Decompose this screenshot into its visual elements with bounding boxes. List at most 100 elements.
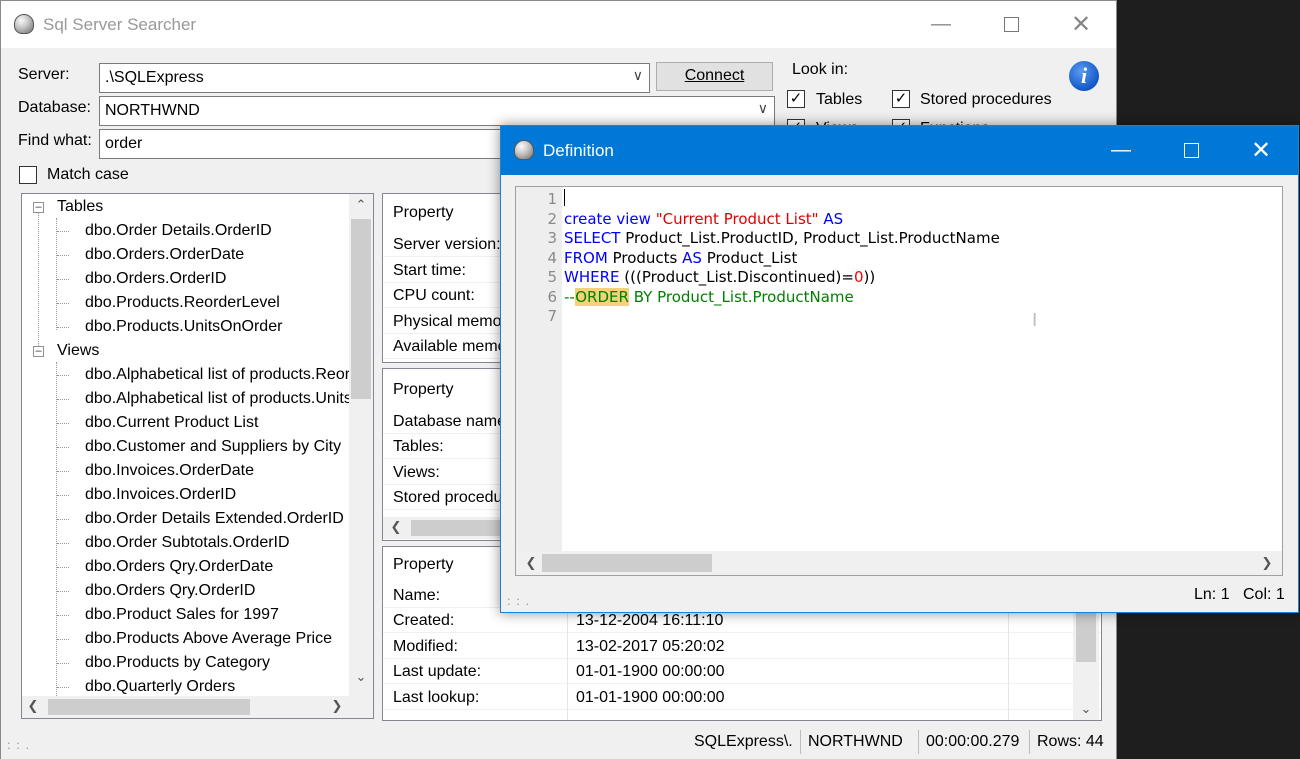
tree-leaf-item[interactable]: dbo.Order Details Extended.OrderID [85,507,344,531]
code-line: --ORDER BY Product_List.ProductName [564,287,854,306]
collapse-views-icon[interactable]: – [33,346,44,357]
tree-node-label: Views [57,342,100,359]
text-cursor-icon: Ⅰ [1032,310,1038,330]
close-icon: ✕ [1250,137,1272,164]
line-number: 6 [547,287,557,306]
code-line: create view "Current Product List" AS [564,209,844,228]
tree-node-label: Tables [57,198,104,215]
window-title: Sql Server Searcher [43,15,197,34]
minimize-button[interactable]: — [1086,126,1156,175]
status-rows: Rows: 44 [1029,730,1104,754]
property-value: 13-02-2017 05:20:02 [576,638,725,655]
scroll-left-icon[interactable]: ❮ [387,519,405,535]
tree-leaf-item[interactable]: dbo.Order Subtotals.OrderID [85,531,290,555]
line-number: 1 [547,190,557,208]
line-number: 4 [547,248,557,267]
tree-leaf-item[interactable]: dbo.Invoices.OrderDate [85,459,254,483]
editor-horizontal-scrollbar[interactable]: ❮ ❯ [516,551,1282,575]
scroll-down-icon[interactable]: ⌄ [349,669,373,685]
property-label: Modified: [393,638,458,655]
tree-leaf-item[interactable]: dbo.Products Above Average Price [85,627,332,651]
tree-leaf-item[interactable]: dbo.Products by Category [85,651,270,675]
property-label: Name: [393,587,441,604]
scroll-up-icon[interactable]: ⌃ [349,197,373,213]
find-what-value: order [105,135,143,152]
tree-leaf-item[interactable]: dbo.Orders.OrderDate [85,243,244,267]
scroll-right-icon[interactable]: ❯ [328,698,346,714]
tree-vertical-scrollbar[interactable]: ⌃ ⌄ [349,194,373,696]
match-case-checkbox[interactable] [19,166,37,184]
tree-leaf-item[interactable]: dbo.Orders.OrderID [85,267,226,291]
chevron-down-icon[interactable]: ∨ [758,100,768,117]
main-titlebar[interactable]: Sql Server Searcher — ✕ [1,1,1116,48]
tables-checkbox-label: Tables [816,91,863,108]
minimize-icon: — [931,13,951,35]
line-number: 2 [547,209,557,228]
database-combobox[interactable]: NORTHWND ∨ [99,96,775,126]
line-number: 3 [547,229,557,247]
code-line: SELECT Product_List.ProductID, Product_L… [564,229,1000,247]
code-line: WHERE (((Product_List.Discontinued)=0)) [564,268,876,286]
tree-horizontal-scrollbar[interactable]: ❮ ❯ [22,696,373,718]
definition-status-bar: . .. . . Ln: 1 Col: 1 [501,582,1298,613]
scroll-thumb[interactable] [48,699,250,715]
minimize-icon: — [1111,139,1131,161]
tree-leaf-item[interactable]: dbo.Orders Qry.OrderID [85,579,255,603]
scroll-left-icon[interactable]: ❮ [522,555,540,571]
tree-leaf-item[interactable]: dbo.Alphabetical list of products.Reorde… [85,363,373,387]
tree-leaf-item[interactable]: dbo.Current Product List [85,411,258,435]
tree-leaf-item[interactable]: dbo.Products.ReorderLevel [85,291,280,315]
match-case-label: Match case [47,166,129,183]
look-in-label: Look in: [792,61,849,78]
minimize-button[interactable]: — [906,1,976,48]
definition-titlebar[interactable]: Definition — ✕ [501,126,1298,175]
property-value: 01-01-1900 00:00:00 [576,663,725,680]
results-tree[interactable]: – Tables dbo.Order Details.OrderID dbo.Or… [21,193,374,719]
tables-checkbox[interactable]: ✓ [787,90,805,108]
tree-node-views[interactable]: Views [57,339,99,363]
tree-leaf-item[interactable]: dbo.Invoices.OrderID [85,483,236,507]
line-number: 7 [547,307,557,325]
scroll-thumb[interactable] [1076,607,1096,662]
code-editor[interactable]: 1 2 3 4 5 6 7 create view "Current Produ… [515,186,1283,576]
resize-grip-icon[interactable]: . .. . . [7,733,30,751]
resize-grip-icon[interactable]: . .. . . [507,589,530,607]
chevron-down-icon[interactable]: ∨ [633,67,643,84]
checkmark-icon: ✓ [789,90,803,107]
tree-node-tables[interactable]: Tables [57,195,103,219]
tree-leaf-item[interactable]: dbo.Customer and Suppliers by City [85,435,341,459]
info-icon[interactable]: i [1069,61,1099,91]
scroll-thumb[interactable] [351,219,371,399]
tree-leaf-item[interactable]: dbo.Orders Qry.OrderDate [85,555,273,579]
scroll-thumb[interactable] [542,554,712,572]
scroll-left-icon[interactable]: ❮ [24,698,42,714]
main-status-bar: . .. . . SQLExpress\. NORTHWND 00:00:00.… [1,725,1116,759]
tree-leaf-item[interactable]: dbo.Alphabetical list of products.UnitsO… [85,387,373,411]
line-number-gutter: 1 2 3 4 5 6 7 [516,187,562,575]
close-button[interactable]: ✕ [1226,126,1296,175]
property-label: Last update: [393,663,482,680]
tree-leaf-item[interactable]: dbo.Products.UnitsOnOrder [85,315,282,339]
status-column: Col: 1 [1243,586,1285,603]
text-caret [564,189,565,206]
scroll-down-icon[interactable]: ⌄ [1073,701,1099,717]
maximize-button[interactable] [1156,126,1226,175]
database-label: Database: [18,99,91,116]
connect-button[interactable]: Connect [656,62,773,91]
property-row[interactable]: Last update: 01-01-1900 00:00:00 [383,659,1101,684]
tree-leaf-item[interactable]: dbo.Order Details.OrderID [85,219,272,243]
status-database: NORTHWND [800,730,903,754]
property-row[interactable]: Last lookup: 01-01-1900 00:00:00 [383,685,1101,710]
collapse-tables-icon[interactable]: – [33,202,44,213]
close-button[interactable]: ✕ [1046,1,1116,48]
line-number: 5 [547,268,557,286]
property-row[interactable]: Modified: 13-02-2017 05:20:02 [383,634,1101,659]
property-value: 01-01-1900 00:00:00 [576,689,725,706]
app-icon [14,14,34,34]
server-combobox[interactable]: .\SQLExpress ∨ [99,63,650,93]
tree-leaf-item[interactable]: dbo.Product Sales for 1997 [85,603,279,627]
stored-procedures-checkbox[interactable]: ✓ [892,90,910,108]
maximize-button[interactable] [976,1,1046,48]
status-line: Ln: 1 [1194,586,1230,603]
scroll-right-icon[interactable]: ❯ [1258,555,1276,571]
